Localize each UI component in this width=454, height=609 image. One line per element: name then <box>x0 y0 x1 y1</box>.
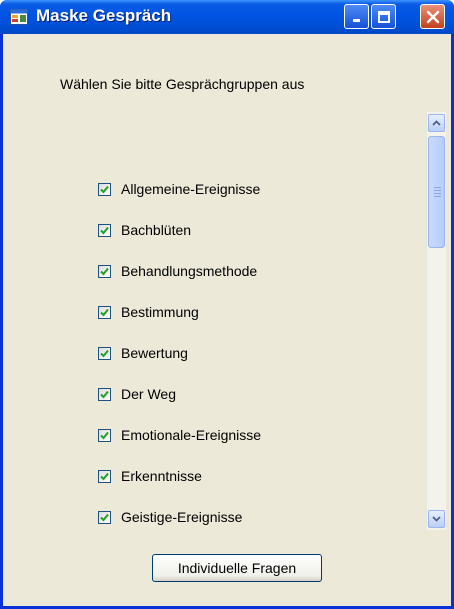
vertical-scrollbar[interactable] <box>426 112 446 530</box>
close-button[interactable] <box>420 4 445 29</box>
chevron-up-icon <box>432 120 441 126</box>
checkbox[interactable] <box>98 182 111 196</box>
checkmark-icon <box>100 308 109 316</box>
group-checkbox-item[interactable]: Erkenntnisse <box>98 466 202 486</box>
checkbox[interactable] <box>98 387 111 401</box>
group-checkbox-item[interactable]: Der Weg <box>98 384 176 404</box>
checkbox[interactable] <box>98 264 111 278</box>
group-checkbox-item[interactable]: Geistige-Ereignisse <box>98 507 242 527</box>
group-checkbox-item[interactable]: Emotionale-Ereignisse <box>98 425 261 445</box>
checkmark-icon <box>100 226 109 234</box>
checkbox-label: Der Weg <box>121 386 176 402</box>
checkbox[interactable] <box>98 469 111 483</box>
checkbox-label: Geistige-Ereignisse <box>121 509 243 525</box>
checkmark-icon <box>100 390 109 398</box>
checkbox[interactable] <box>98 223 111 237</box>
checkbox-label: Behandlungsmethode <box>121 263 258 279</box>
window-title: Maske Gespräch <box>36 6 172 25</box>
instruction-label: Wählen Sie bitte Gesprächgruppen aus <box>60 76 305 92</box>
checkbox-label: Emotionale-Ereignisse <box>121 427 262 443</box>
grip-line <box>434 190 441 191</box>
checkbox[interactable] <box>98 346 111 360</box>
scroll-up-button[interactable] <box>428 114 445 132</box>
grip-line <box>434 187 441 188</box>
checkbox-label: Erkenntnisse <box>121 468 202 484</box>
checkbox[interactable] <box>98 428 111 442</box>
checkmark-icon <box>100 349 109 357</box>
grip-line <box>434 193 441 194</box>
checkbox-label: Bestimmung <box>121 304 199 320</box>
checkmark-icon <box>100 472 109 480</box>
scroll-down-button[interactable] <box>428 510 445 528</box>
minimize-icon <box>352 18 360 22</box>
group-checkbox-item[interactable]: Bewertung <box>98 343 188 363</box>
checkbox-label: Bewertung <box>121 345 188 361</box>
checkmark-icon <box>100 267 109 275</box>
title-bar[interactable]: Maske Gespräch <box>0 0 454 34</box>
scroll-thumb[interactable] <box>428 136 445 248</box>
checkbox-label: Allgemeine-Ereignisse <box>121 181 261 197</box>
minimize-button[interactable] <box>344 4 369 29</box>
maximize-icon <box>377 10 390 23</box>
checkbox[interactable] <box>98 510 111 524</box>
checkbox[interactable] <box>98 305 111 319</box>
group-checkbox-item[interactable]: Behandlungsmethode <box>98 261 257 281</box>
group-checkbox-item[interactable]: Bestimmung <box>98 302 199 322</box>
group-checkbox-item[interactable]: Allgemeine-Ereignisse <box>98 179 260 199</box>
group-checklist[interactable]: Allgemeine-Ereignisse Bachblüten Behandl… <box>0 110 426 530</box>
checkmark-icon <box>100 185 109 193</box>
maximize-button[interactable] <box>371 4 396 29</box>
checkbox-label: Bachblüten <box>121 222 192 238</box>
checkmark-icon <box>100 513 109 521</box>
checkmark-icon <box>100 431 109 439</box>
app-icon <box>10 9 28 25</box>
group-checkbox-item[interactable]: Bachblüten <box>98 220 191 240</box>
individual-questions-button[interactable]: Individuelle Fragen <box>152 554 322 582</box>
close-icon <box>426 10 439 23</box>
chevron-down-icon <box>432 516 441 522</box>
grip-line <box>434 196 441 197</box>
